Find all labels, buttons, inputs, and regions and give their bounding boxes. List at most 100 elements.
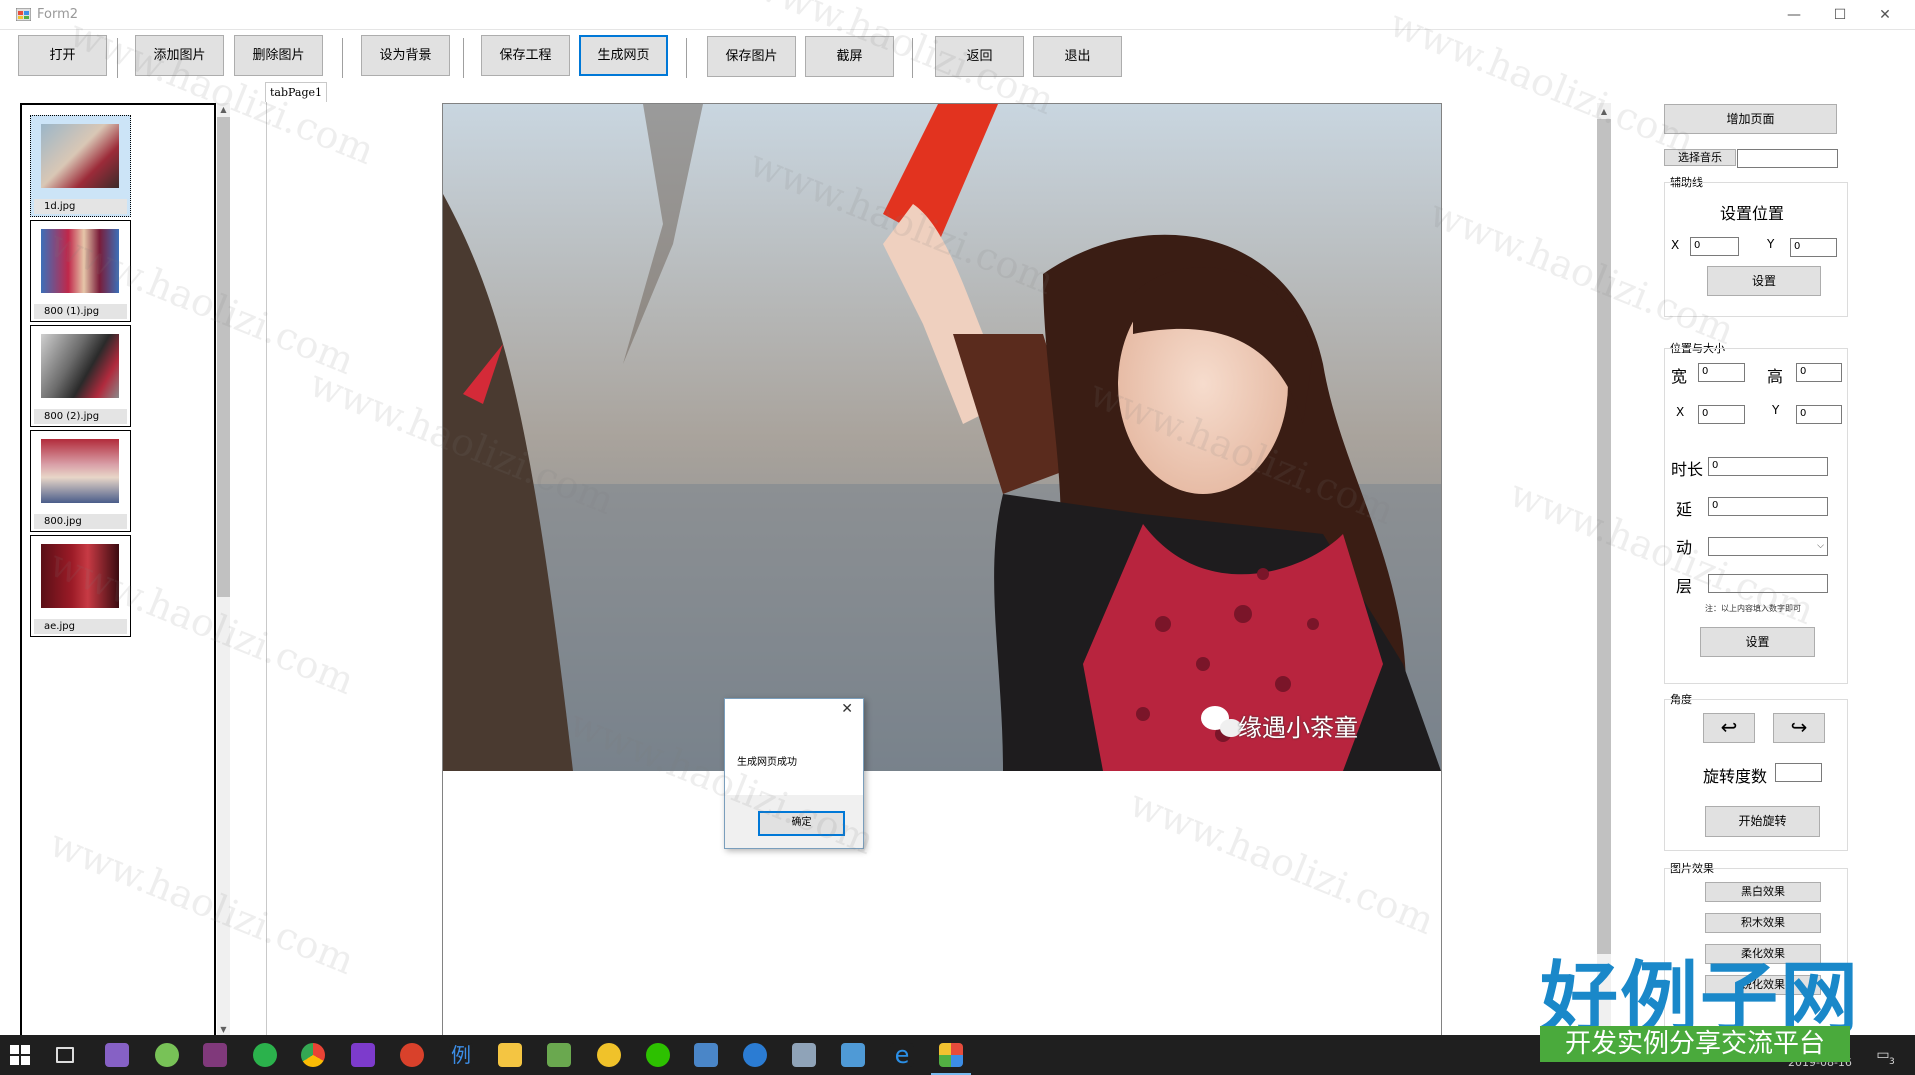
motion-label: 动 [1676, 538, 1693, 557]
thumbnail-image [41, 229, 119, 293]
remote-desktop-icon[interactable] [694, 1043, 718, 1067]
start-rotate-button[interactable]: 开始旋转 [1705, 806, 1820, 837]
pos-x-input[interactable]: 0 [1698, 405, 1745, 424]
thumbnail-image [41, 334, 119, 398]
task-view-icon[interactable] [56, 1047, 74, 1063]
thumbnail-item[interactable]: 800.jpg [30, 430, 131, 532]
app-red-icon[interactable] [400, 1043, 424, 1067]
pos-y-input[interactable]: 0 [1796, 405, 1842, 424]
visual-studio-icon[interactable] [105, 1043, 129, 1067]
ie-icon[interactable]: e [890, 1043, 914, 1067]
network-app-icon[interactable] [792, 1043, 816, 1067]
vscode-icon[interactable] [743, 1043, 767, 1067]
generate-webpage-button[interactable]: 生成网页 [579, 35, 668, 76]
height-label: 高 [1767, 367, 1784, 386]
pos-x-label: X [1676, 405, 1685, 419]
layer-label: 层 [1676, 577, 1693, 596]
delay-label: 延 [1676, 500, 1693, 519]
close-icon[interactable]: ✕ [1862, 0, 1908, 30]
guide-y-input[interactable]: 0 [1790, 238, 1837, 257]
tab-page1[interactable]: tabPage1 [265, 82, 327, 102]
guide-x-input[interactable]: 0 [1690, 237, 1739, 256]
width-label: 宽 [1671, 367, 1688, 386]
notepad-icon[interactable] [547, 1043, 571, 1067]
close-icon[interactable]: ✕ [841, 701, 853, 717]
thumbnail-caption: 800 (1).jpg [34, 304, 127, 319]
phpstorm-icon[interactable] [351, 1043, 375, 1067]
duration-input[interactable]: 0 [1708, 457, 1828, 476]
guide-y-label: Y [1767, 237, 1775, 251]
toolbar-separator [686, 38, 688, 78]
chrome-icon[interactable] [301, 1043, 325, 1067]
message-dialog: ✕ 生成网页成功 确定 [724, 698, 864, 849]
app-green-icon[interactable] [253, 1043, 277, 1067]
scroll-thumb[interactable] [217, 117, 230, 597]
effect-bw-button[interactable]: 黑白效果 [1705, 882, 1821, 902]
save-project-button[interactable]: 保存工程 [481, 35, 570, 76]
android-studio-icon[interactable] [155, 1043, 179, 1067]
maximize-icon[interactable]: ☐ [1817, 0, 1863, 30]
toolbar-separator [912, 38, 914, 78]
example-app-icon[interactable]: 例 [449, 1043, 473, 1067]
thumbnail-caption: ae.jpg [34, 619, 127, 634]
select-music-button[interactable]: 选择音乐 [1664, 149, 1736, 166]
add-page-button[interactable]: 增加页面 [1664, 104, 1837, 134]
window-title: Form2 [37, 7, 79, 22]
scroll-up-icon[interactable]: ▲ [217, 103, 230, 116]
rotate-degrees-input[interactable] [1775, 763, 1822, 782]
thumbnail-image [41, 544, 119, 608]
thumbnail-caption: 1d.jpg [34, 199, 127, 214]
wechat-icon[interactable] [646, 1043, 670, 1067]
canvas-scrollbar[interactable]: ▲ [1597, 103, 1611, 1038]
note-text: 注：以上内容填入数字即可 [1705, 604, 1801, 613]
duration-label: 时长 [1671, 460, 1704, 479]
notification-count: 3 [1889, 1057, 1895, 1067]
rotate-right-icon[interactable]: ↪ [1773, 713, 1825, 743]
exit-button[interactable]: 退出 [1033, 36, 1122, 77]
height-input[interactable]: 0 [1796, 363, 1842, 382]
back-button[interactable]: 返回 [935, 36, 1024, 77]
thumbnail-item[interactable]: 800 (2).jpg [30, 325, 131, 427]
open-button[interactable]: 打开 [18, 35, 107, 76]
ok-button[interactable]: 确定 [758, 811, 845, 836]
set-guide-button[interactable]: 设置 [1707, 266, 1821, 296]
thumbnail-list[interactable]: 1d.jpg 800 (1).jpg 800 (2).jpg 800.jpg a… [20, 103, 216, 1038]
form2-app-icon[interactable] [931, 1043, 971, 1075]
delay-input[interactable]: 0 [1708, 497, 1828, 516]
width-input[interactable]: 0 [1698, 363, 1745, 382]
thumbnail-item[interactable]: 1d.jpg [30, 115, 131, 217]
app-icon [15, 7, 32, 22]
rotate-left-icon[interactable]: ↩ [1703, 713, 1755, 743]
layer-input[interactable] [1708, 574, 1828, 593]
scroll-up-icon[interactable]: ▲ [1597, 105, 1611, 118]
rotate-degrees-label: 旋转度数 [1703, 767, 1768, 786]
dialog-message: 生成网页成功 [737, 757, 797, 768]
main-photo[interactable] [443, 104, 1441, 771]
scroll-thumb[interactable] [1597, 119, 1611, 954]
app-blue-icon[interactable] [841, 1043, 865, 1067]
thumbnail-item[interactable]: ae.jpg [30, 535, 131, 637]
minimize-icon[interactable]: — [1771, 0, 1817, 30]
screenshot-button[interactable]: 截屏 [805, 36, 894, 77]
delete-image-button[interactable]: 删除图片 [234, 35, 323, 76]
onenote-icon[interactable] [203, 1043, 227, 1067]
toolbar-separator [342, 38, 344, 78]
title-bar: Form2 — ☐ ✕ [0, 0, 1915, 30]
windows-start-icon[interactable] [10, 1045, 30, 1065]
thumbnail-caption: 800 (2).jpg [34, 409, 127, 424]
thumbnail-scrollbar[interactable]: ▲ ▼ [217, 103, 230, 1038]
toolbar-separator [463, 38, 465, 78]
thumbnail-item[interactable]: 800 (1).jpg [30, 220, 131, 322]
set-position-button[interactable]: 设置 [1700, 627, 1815, 657]
thumbnail-image [41, 124, 119, 188]
chevron-down-icon: ⌵ [1817, 541, 1824, 551]
site-logo: 好例子网 开发实例分享交流平台 [1540, 936, 1858, 1066]
music-path-input[interactable] [1737, 149, 1838, 168]
set-background-button[interactable]: 设为背景 [361, 35, 450, 76]
app-yellow-icon[interactable] [597, 1043, 621, 1067]
add-image-button[interactable]: 添加图片 [135, 35, 224, 76]
save-image-button[interactable]: 保存图片 [707, 36, 796, 77]
motion-select[interactable]: ⌵ [1708, 537, 1828, 556]
file-explorer-icon[interactable] [498, 1043, 522, 1067]
effect-blocks-button[interactable]: 积木效果 [1705, 913, 1821, 933]
